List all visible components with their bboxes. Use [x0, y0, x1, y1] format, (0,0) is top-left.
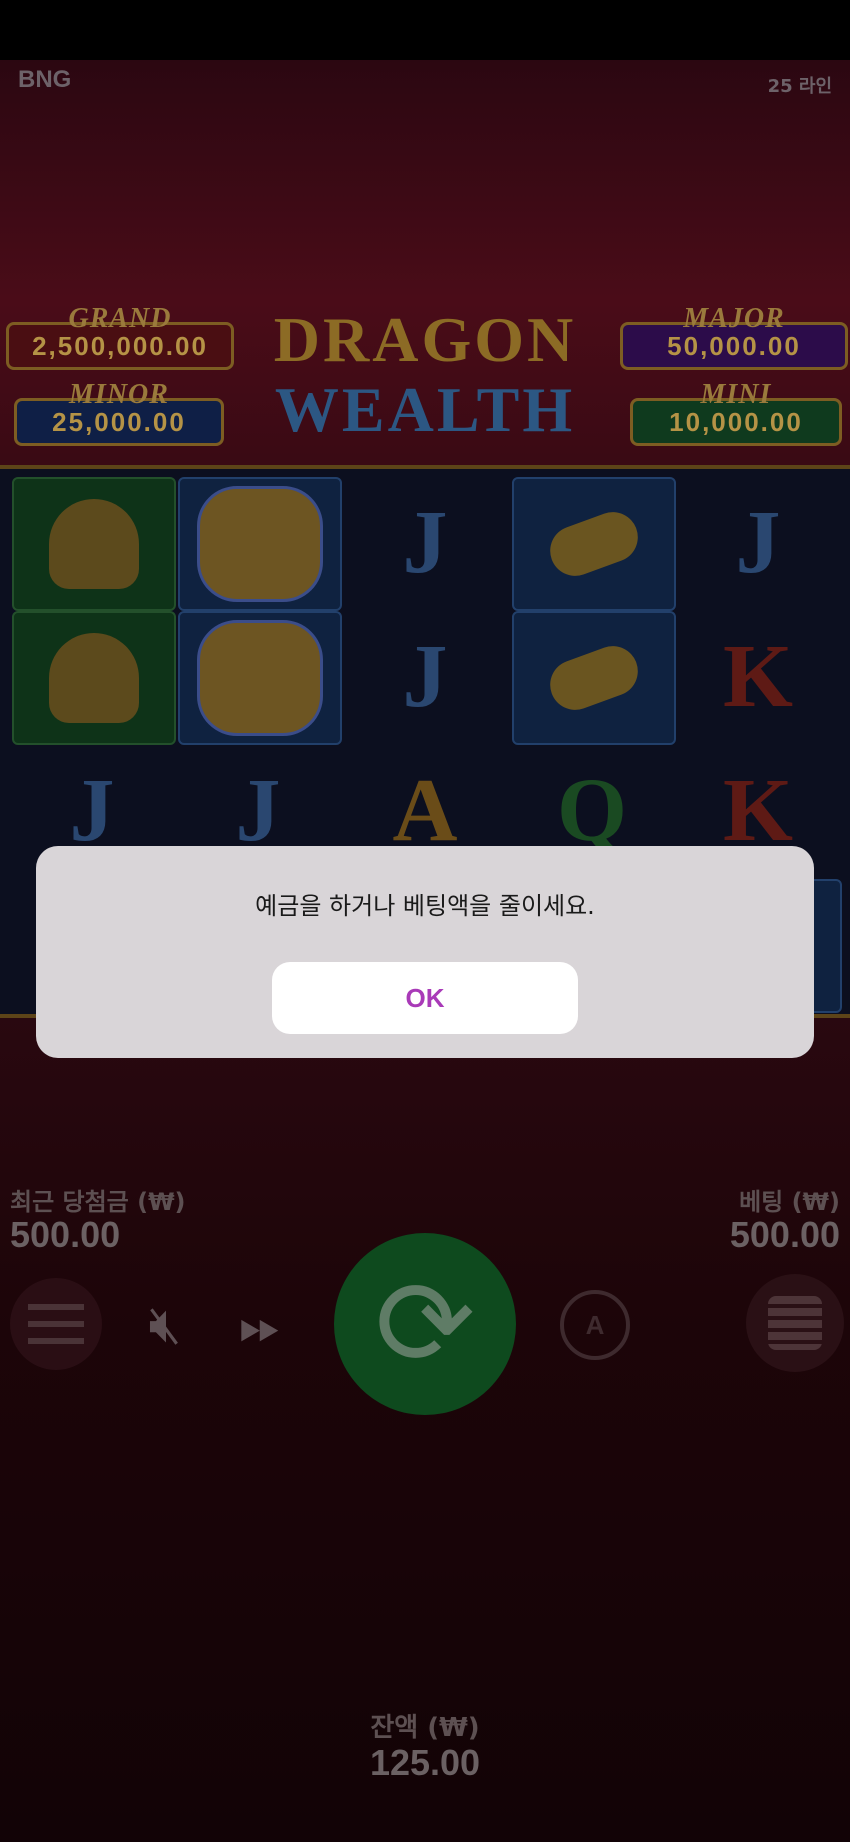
reel-symbol-j: J: [402, 492, 448, 592]
game-logo-line1: DRAGON: [273, 304, 577, 375]
spin-button[interactable]: ⟳: [334, 1233, 516, 1415]
dragon-icon: [197, 620, 323, 736]
mute-icon: 🔇︎: [148, 1294, 182, 1355]
turbo-icon: ⏩︎: [239, 1295, 281, 1356]
game-logo: DRAGON WEALTH: [250, 305, 600, 445]
game-logo-line2: WEALTH: [274, 374, 576, 445]
coin-icon: [543, 505, 645, 583]
dragon-icon: [197, 486, 323, 602]
jackpot-major-label: MAJOR: [683, 303, 785, 334]
reel-symbol-money-tree: [12, 611, 176, 745]
money-tree-icon: [49, 499, 139, 589]
reel-symbol-money-tree: [12, 477, 176, 611]
ok-button[interactable]: OK: [272, 962, 578, 1034]
dialog-message: 예금을 하거나 베팅액을 줄이세요.: [255, 892, 595, 920]
status-bar: [0, 0, 850, 60]
reel-symbol-k: K: [722, 626, 793, 726]
game-screen: BNG 25 라인 GRAND 2,500,000.00 MINOR 25,00…: [0, 0, 850, 1842]
coins-icon: [768, 1296, 822, 1350]
bet-label: 베팅 (₩): [739, 1188, 840, 1216]
reel-symbol-coin: [512, 477, 676, 611]
insufficient-funds-dialog: 예금을 하거나 베팅액을 줄이세요. OK: [36, 846, 814, 1058]
menu-icon: [28, 1304, 84, 1344]
reel-symbol-coin: [512, 611, 676, 745]
mute-button[interactable]: 🔇︎: [130, 1290, 200, 1360]
bet-settings-button[interactable]: [746, 1274, 844, 1372]
jackpot-major: MAJOR 50,000.00: [620, 303, 848, 370]
money-tree-icon: [49, 633, 139, 723]
reel-symbol-dragon: [178, 477, 342, 611]
last-win-value: 500.00: [10, 1214, 121, 1255]
turbo-button[interactable]: ⏩︎: [220, 1286, 300, 1366]
autoplay-button[interactable]: A: [560, 1290, 630, 1360]
coin-icon: [543, 639, 645, 717]
balance-label: 잔액 (₩): [370, 1713, 480, 1743]
jackpot-grand-label: GRAND: [68, 303, 172, 334]
jackpot-mini: MINI 10,000.00: [630, 379, 842, 446]
bet-value: 500.00: [729, 1214, 840, 1255]
spin-icon: ⟳: [374, 1254, 476, 1394]
reel-symbol-j: J: [402, 626, 448, 726]
paylines-count: 25 라인: [767, 76, 832, 97]
jackpot-mini-label: MINI: [700, 379, 772, 410]
balance-value: 125.00: [369, 1742, 481, 1783]
menu-button[interactable]: [10, 1278, 102, 1370]
last-win-label: 최근 당첨금 (₩): [10, 1188, 186, 1216]
reel-symbol-dragon: [178, 611, 342, 745]
jackpot-minor-label: MINOR: [69, 379, 169, 410]
autoplay-icon: A: [585, 1309, 605, 1340]
jackpot-minor: MINOR 25,000.00: [14, 379, 224, 446]
jackpot-grand: GRAND 2,500,000.00: [6, 303, 234, 370]
reel-symbol-j: J: [735, 492, 781, 592]
brand-logo: BNG: [18, 66, 72, 93]
